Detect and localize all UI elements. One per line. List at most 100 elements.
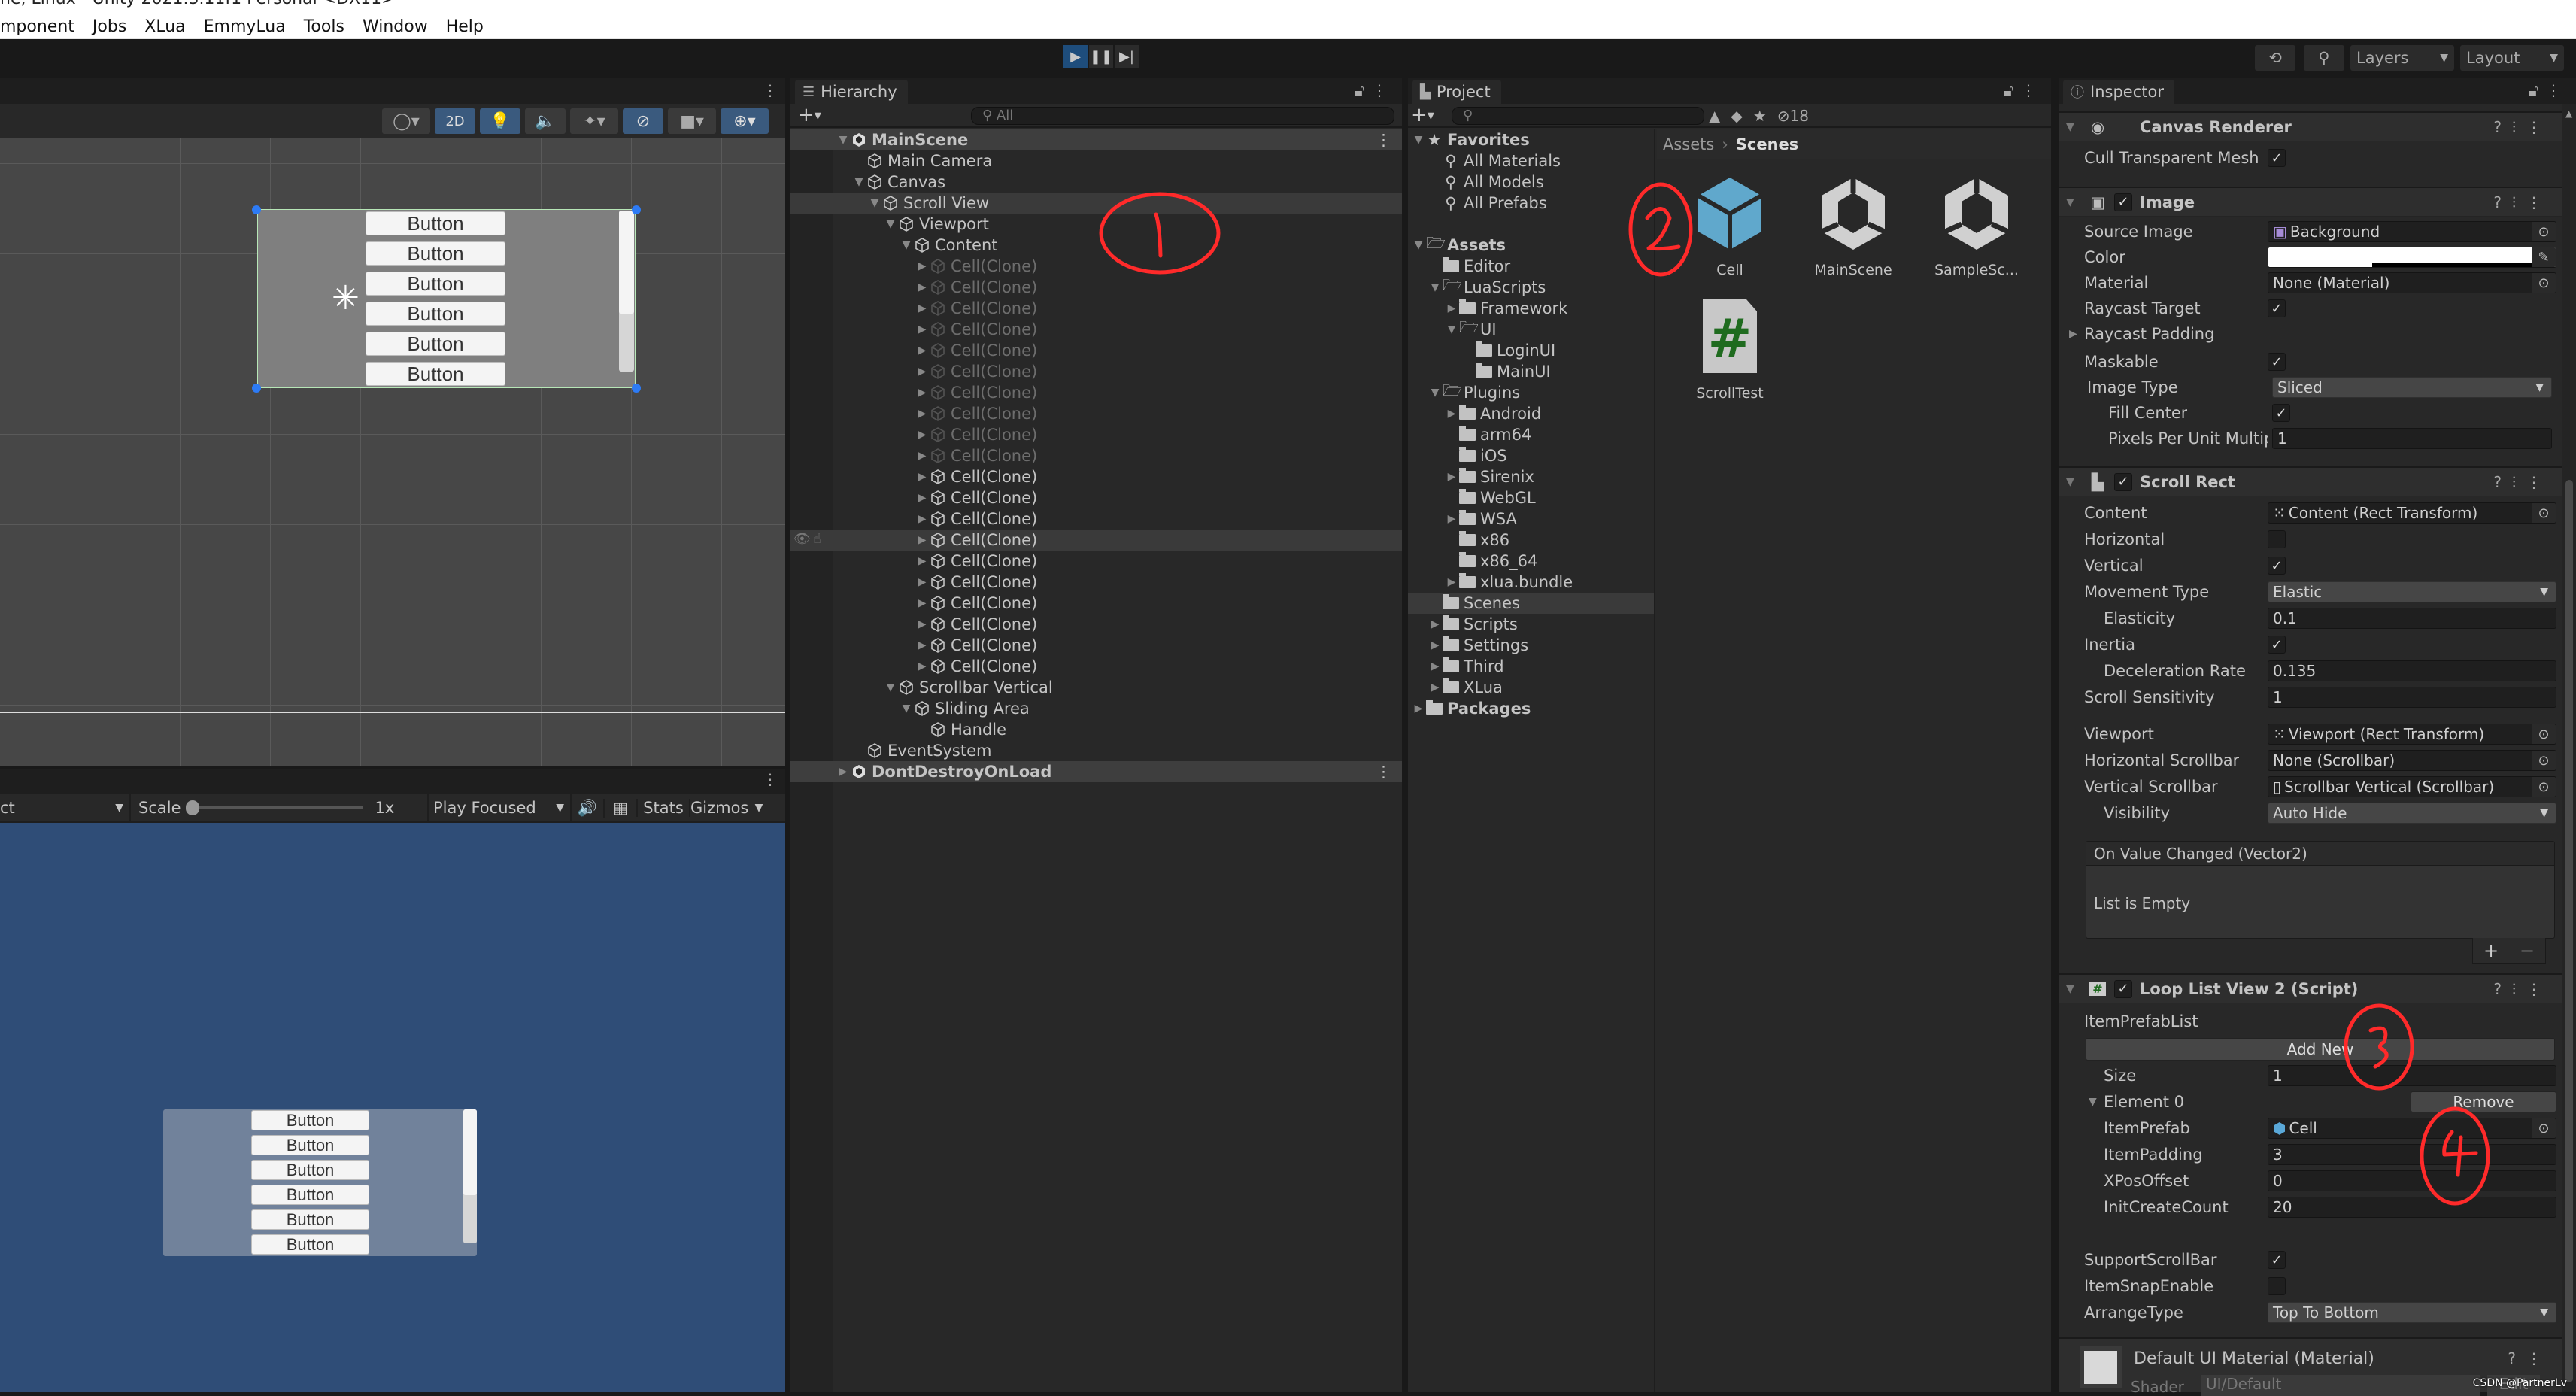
panel-menu-icon[interactable]: ⋮ <box>763 770 778 788</box>
hierarchy-row[interactable]: ▶ Cell(Clone) <box>790 340 1402 361</box>
search-button[interactable]: ⚲ <box>2304 45 2344 71</box>
game-display[interactable]: Button Button Button Button Button Button <box>0 823 785 1392</box>
panel-menu-icon[interactable]: ⋮ <box>2546 81 2568 99</box>
search-by-label-icon[interactable]: ◆ <box>1731 107 1742 125</box>
hierarchy-row[interactable]: ▼ MainScene ⋮ <box>790 129 1402 150</box>
elasticity-input[interactable]: 0.1 <box>2268 608 2556 629</box>
collapse-arrow-icon[interactable]: ▶ <box>915 281 930 293</box>
hierarchy-row[interactable]: ▶ Cell(Clone) <box>790 361 1402 382</box>
camera-dropdown[interactable]: ■▾ <box>668 108 716 134</box>
game-cell-button[interactable]: Button <box>251 1185 369 1205</box>
hierarchy-row[interactable]: Main Camera <box>790 150 1402 171</box>
hierarchy-row[interactable]: EventSystem <box>790 740 1402 761</box>
project-tree-item[interactable]: LoginUI <box>1408 340 1654 361</box>
collapse-arrow-icon[interactable]: ▶ <box>915 323 930 335</box>
image-type-dropdown[interactable]: Sliced ▼ <box>2272 377 2552 398</box>
item-prefab-field[interactable]: ⬢ Cell ⊙ <box>2268 1118 2556 1139</box>
create-dropdown[interactable]: +▼ <box>798 104 821 127</box>
help-icon[interactable]: ? <box>2493 980 2512 998</box>
component-scroll-rect[interactable]: ▼ ▙ ✓ Scroll Rect ?⫶⋮ <box>2059 466 2562 496</box>
lock-icon[interactable]: 🔓︎ <box>1355 81 1372 99</box>
project-tree-item[interactable]: x86 <box>1408 530 1654 551</box>
toggle-audio[interactable]: 🔈 <box>525 108 566 134</box>
collapse-arrow-icon[interactable]: ▶ <box>1428 660 1443 672</box>
game-cell-button[interactable]: Button <box>251 1135 369 1155</box>
expand-arrow-icon[interactable]: ▼ <box>1428 387 1443 399</box>
hierarchy-row[interactable]: ▶ Cell(Clone) <box>790 256 1402 277</box>
hierarchy-row[interactable]: ▼ Scroll View <box>790 193 1402 214</box>
scene-cell-button[interactable]: Button <box>366 362 505 386</box>
undo-history-button[interactable]: ⟲ <box>2255 45 2295 71</box>
size-input[interactable]: 1 <box>2268 1065 2556 1086</box>
hierarchy-row[interactable]: ▶ Cell(Clone) <box>790 445 1402 466</box>
project-tree-item[interactable]: ▶ Third <box>1408 656 1654 677</box>
scene-scroll-view[interactable]: Button Button Button Button Button Button ✳ <box>257 209 636 388</box>
checkbox-raycast-target[interactable]: ✓ <box>2268 299 2286 317</box>
expand-icon[interactable]: ▶ <box>2069 328 2077 340</box>
project-tree-item[interactable]: x86_64 <box>1408 551 1654 572</box>
stats-toggle[interactable]: Stats <box>638 799 690 817</box>
object-picker-icon[interactable]: ⊙ <box>2532 751 2556 770</box>
hierarchy-row[interactable]: ▶ Cell(Clone) <box>790 614 1402 635</box>
expand-arrow-icon[interactable]: ▼ <box>899 239 914 251</box>
menu-component[interactable]: mponent <box>0 17 74 36</box>
scroll-up-icon[interactable]: ▲ <box>2565 108 2572 119</box>
collapse-arrow-icon[interactable]: ▶ <box>915 429 930 441</box>
hierarchy-row[interactable]: ▼ Viewport <box>790 214 1402 235</box>
collapse-arrow-icon[interactable]: ▶ <box>915 260 930 272</box>
help-icon[interactable]: ? <box>2493 118 2512 136</box>
hierarchy-row[interactable]: ▼ Content <box>790 235 1402 256</box>
eyedropper-icon[interactable]: ✎ <box>2532 247 2556 267</box>
checkbox-maskable[interactable]: ✓ <box>2268 353 2286 371</box>
pick-icon[interactable]: ☝︎ <box>813 531 821 547</box>
component-loop-list-view[interactable]: ▼ # ✓ Loop List View 2 (Script) ?⫶⋮ <box>2059 973 2562 1003</box>
sensitivity-input[interactable]: 1 <box>2268 687 2556 708</box>
toggle-lighting[interactable]: 💡 <box>480 108 520 134</box>
scene-cell-button[interactable]: Button <box>366 211 505 235</box>
project-tree-item[interactable]: ▶ Framework <box>1408 298 1654 319</box>
collapse-arrow-icon[interactable]: ▶ <box>915 639 930 651</box>
step-button[interactable]: ▶| <box>1115 45 1139 68</box>
hierarchy-row[interactable]: ▶ Cell(Clone) <box>790 508 1402 530</box>
hierarchy-row[interactable]: ▶ Cell(Clone) <box>790 487 1402 508</box>
collapse-arrow-icon[interactable]: ▶ <box>915 387 930 399</box>
collapse-arrow-icon[interactable]: ▶ <box>1444 513 1459 525</box>
material-field[interactable]: None (Material) ⊙ <box>2268 272 2556 293</box>
component-menu-icon[interactable]: ⋮ <box>2526 118 2552 136</box>
collapse-arrow-icon[interactable]: ▶ <box>915 344 930 357</box>
object-picker-icon[interactable]: ⊙ <box>2532 222 2556 241</box>
menu-window[interactable]: Window <box>363 17 428 36</box>
help-icon[interactable]: ? <box>2493 193 2512 211</box>
aspect-dropdown[interactable]: ct ▼ <box>0 794 131 821</box>
help-icon[interactable]: ? <box>2493 473 2512 491</box>
menu-xlua[interactable]: XLua <box>144 17 185 36</box>
scene-cell-button[interactable]: Button <box>366 332 505 356</box>
ppu-input[interactable]: 1 <box>2272 428 2552 449</box>
collapse-arrow-icon[interactable]: ▶ <box>915 555 930 567</box>
expand-arrow-icon[interactable]: ▼ <box>1411 239 1426 251</box>
collapse-arrow-icon[interactable]: ▶ <box>915 492 930 504</box>
component-menu-icon[interactable]: ⋮ <box>2526 1349 2552 1367</box>
collapse-arrow-icon[interactable]: ▶ <box>1411 703 1426 715</box>
hierarchy-row[interactable]: ▶ Cell(Clone) <box>790 382 1402 403</box>
panel-menu-icon[interactable]: ⋮ <box>1372 81 1394 99</box>
create-dropdown[interactable]: +▼ <box>1411 104 1434 127</box>
play-mode-dropdown[interactable]: Play Focused ▼ <box>429 794 572 821</box>
rect-handle-tr[interactable] <box>632 205 641 214</box>
gizmos-toggle[interactable]: Gizmos <box>690 799 748 817</box>
component-menu-icon[interactable]: ⋮ <box>2526 473 2552 491</box>
viewport-field[interactable]: ⁙ Viewport (Rect Transform) ⊙ <box>2268 724 2556 745</box>
hierarchy-row[interactable]: ▶ Cell(Clone) <box>790 593 1402 614</box>
inspector-scrollbar[interactable]: ▲ <box>2562 104 2576 1392</box>
collapse-arrow-icon[interactable]: ▶ <box>915 366 930 378</box>
hierarchy-row[interactable]: ▶ Cell(Clone) <box>790 466 1402 487</box>
collapse-arrow-icon[interactable]: ▶ <box>1444 302 1459 314</box>
scene-cell-button[interactable]: Button <box>366 272 505 296</box>
rect-handle-tl[interactable] <box>252 205 261 214</box>
object-picker-icon[interactable]: ⊙ <box>2532 1118 2556 1138</box>
project-tree-item[interactable]: arm64 <box>1408 424 1654 445</box>
game-scrollbar-handle[interactable] <box>463 1109 477 1195</box>
collapse-icon[interactable]: ▼ <box>2066 983 2074 995</box>
hierarchy-row[interactable]: ▼ Scrollbar Vertical <box>790 677 1402 698</box>
vertical-scrollbar-field[interactable]: ▯ Scrollbar Vertical (Scrollbar) ⊙ <box>2268 776 2556 797</box>
